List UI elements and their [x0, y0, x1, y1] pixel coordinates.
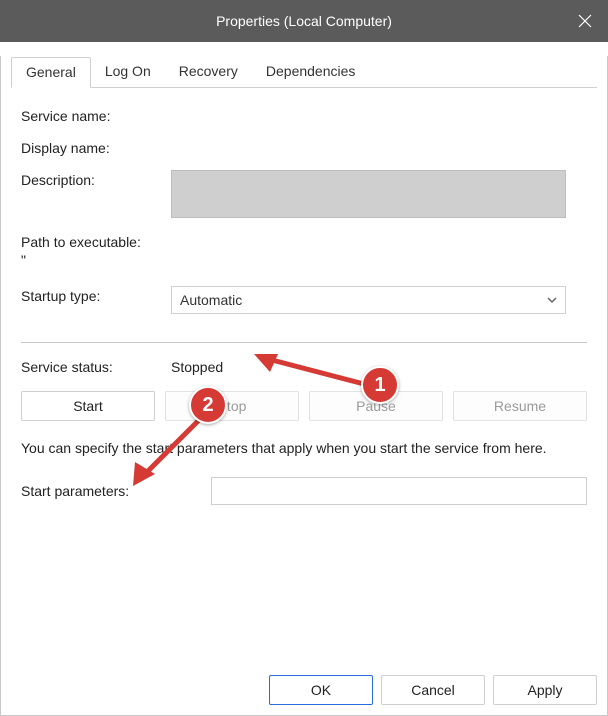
service-control-buttons: Start Stop Pause Resume: [21, 391, 587, 421]
ok-button[interactable]: OK: [269, 675, 373, 705]
label-service-status: Service status:: [21, 359, 171, 375]
startup-type-select[interactable]: Automatic: [171, 286, 566, 314]
label-description: Description:: [21, 170, 171, 188]
apply-button[interactable]: Apply: [493, 675, 597, 705]
row-display-name: Display name:: [21, 138, 587, 156]
window-title: Properties (Local Computer): [216, 13, 392, 29]
label-display-name: Display name:: [21, 138, 171, 156]
start-params-note: You can specify the start parameters tha…: [21, 439, 587, 459]
value-path: ": [21, 252, 587, 268]
value-service-status: Stopped: [171, 359, 223, 375]
separator: [21, 342, 587, 343]
label-path: Path to executable:: [21, 232, 141, 250]
cancel-button[interactable]: Cancel: [381, 675, 485, 705]
tab-strip: General Log On Recovery Dependencies: [11, 56, 597, 88]
description-box[interactable]: [171, 170, 566, 218]
close-icon: [578, 14, 592, 28]
close-button[interactable]: [562, 0, 608, 42]
stop-button: Stop: [165, 391, 299, 421]
tab-dependencies[interactable]: Dependencies: [252, 57, 370, 88]
row-path-label: Path to executable:: [21, 232, 587, 250]
resume-button: Resume: [453, 391, 587, 421]
tab-recovery[interactable]: Recovery: [165, 57, 252, 88]
label-start-params: Start parameters:: [21, 483, 211, 499]
titlebar: Properties (Local Computer): [0, 0, 608, 42]
row-startup-type: Startup type: Automatic: [21, 286, 587, 314]
start-button[interactable]: Start: [21, 391, 155, 421]
row-service-name: Service name:: [21, 106, 587, 124]
row-service-status: Service status: Stopped: [21, 359, 587, 375]
label-startup-type: Startup type:: [21, 286, 171, 304]
row-description: Description:: [21, 170, 587, 218]
label-service-name: Service name:: [21, 106, 171, 124]
tab-general[interactable]: General: [11, 57, 91, 88]
start-params-input[interactable]: [211, 477, 587, 505]
tab-logon[interactable]: Log On: [91, 57, 165, 88]
pause-button: Pause: [309, 391, 443, 421]
startup-select-wrap: Automatic: [171, 286, 566, 314]
row-start-params: Start parameters:: [21, 477, 587, 505]
dialog-content: General Log On Recovery Dependencies Ser…: [0, 56, 608, 716]
dialog-footer: OK Cancel Apply: [269, 675, 597, 705]
general-panel: Service name: Display name: Description:…: [11, 88, 597, 505]
